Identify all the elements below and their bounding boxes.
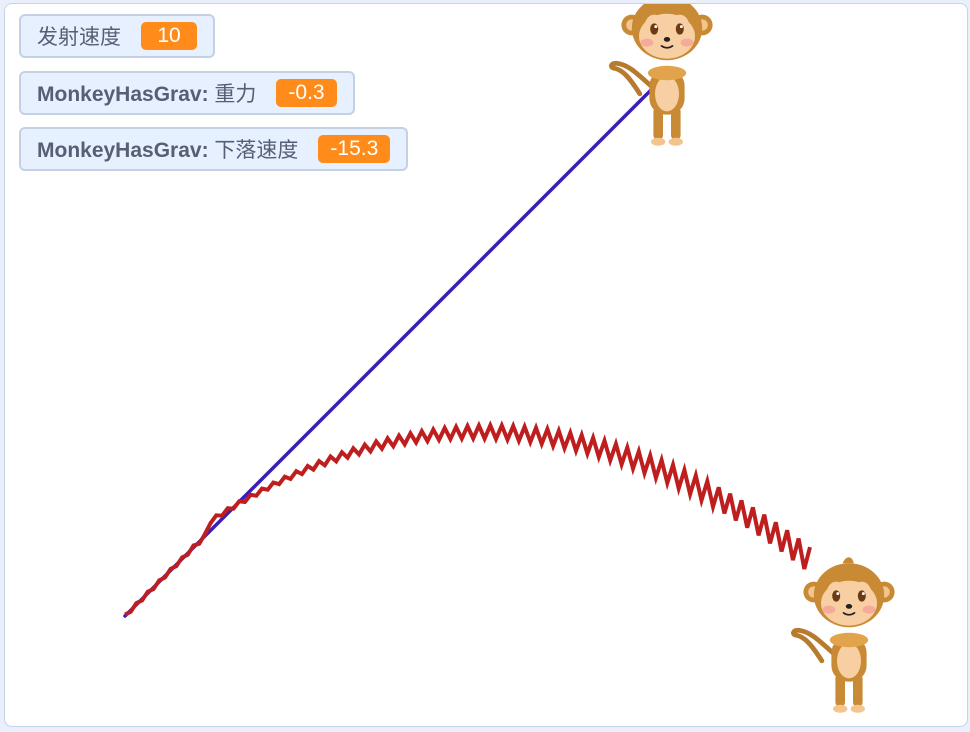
monitor-value: -15.3 bbox=[318, 135, 391, 163]
monitor-variable-label: 重力 bbox=[214, 83, 257, 106]
monitor-value: -0.3 bbox=[276, 79, 337, 107]
monitor-variable-label: 发射速度 bbox=[37, 26, 121, 49]
monitor-launch-speed[interactable]: 发射速度 10 bbox=[19, 14, 215, 58]
gravity-path bbox=[124, 420, 812, 617]
stage[interactable]: 发射速度 10 MonkeyHasGrav: 重力 -0.3 MonkeyHas… bbox=[4, 3, 968, 727]
monitor-fall-speed[interactable]: MonkeyHasGrav: 下落速度 -15.3 bbox=[19, 127, 409, 171]
monkey-bottom-sprite[interactable] bbox=[793, 557, 894, 713]
monitor-value: 10 bbox=[141, 22, 197, 50]
monitor-variable-label: 下落速度 bbox=[214, 139, 299, 162]
monitor-sprite-label: MonkeyHasGrav: bbox=[37, 139, 215, 162]
monitor-sprite-label: MonkeyHasGrav: bbox=[37, 83, 215, 106]
monkey-top-sprite[interactable] bbox=[611, 4, 712, 146]
monitor-gravity[interactable]: MonkeyHasGrav: 重力 -0.3 bbox=[19, 71, 355, 115]
